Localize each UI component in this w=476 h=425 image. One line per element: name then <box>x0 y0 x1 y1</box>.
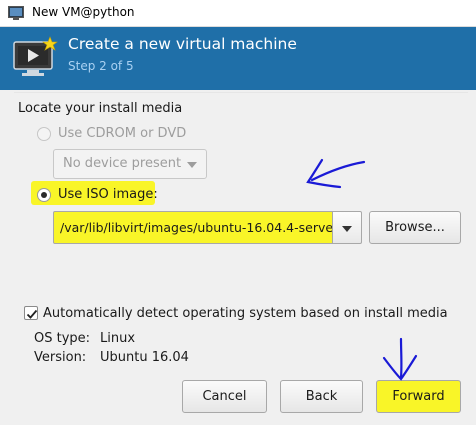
iso-path-value: /var/lib/libvirt/images/ubuntu-16.04.4-s… <box>60 220 333 235</box>
window-title: New VM@python <box>32 5 135 19</box>
iso-path-input[interactable]: /var/lib/libvirt/images/ubuntu-16.04.4-s… <box>53 211 333 244</box>
annotation-arrow-down-icon <box>382 337 418 381</box>
window-right-edge <box>468 92 476 425</box>
iso-radio[interactable] <box>37 188 51 202</box>
auto-detect-os-checkbox[interactable] <box>24 306 38 320</box>
cancel-button[interactable]: Cancel <box>182 380 267 413</box>
cdrom-radio-label: Use CDROM or DVD <box>58 126 187 141</box>
checkmark-icon <box>26 309 38 319</box>
new-vm-dialog: New VM@python Create a new virtual machi… <box>0 0 476 425</box>
os-type-label: OS type: <box>34 331 91 346</box>
back-button[interactable]: Back <box>280 380 363 413</box>
radio-selected-dot <box>41 192 47 198</box>
virt-manager-icon <box>8 6 24 20</box>
wizard-step: Step 2 of 5 <box>68 59 134 73</box>
auto-detect-os-label: Automatically detect operating system ba… <box>43 306 448 321</box>
os-type-value: Linux <box>100 331 136 346</box>
cdrom-radio[interactable] <box>37 127 51 141</box>
iso-radio-label: Use ISO image: <box>58 187 158 202</box>
content-top-border <box>14 92 468 93</box>
cdrom-device-combo[interactable]: No device present <box>53 149 207 179</box>
forward-button[interactable]: Forward <box>376 380 461 413</box>
title-bar[interactable]: New VM@python <box>0 0 476 27</box>
chevron-down-icon <box>187 162 197 168</box>
install-media-section-label: Locate your install media <box>18 101 183 116</box>
new-vm-icon <box>13 36 58 76</box>
annotation-arrow-left-icon <box>306 158 366 189</box>
os-version-label: Version: <box>34 350 87 365</box>
chevron-down-icon <box>342 226 352 232</box>
cdrom-device-value: No device present <box>63 156 182 171</box>
browse-button[interactable]: Browse... <box>369 211 461 244</box>
iso-history-dropdown[interactable] <box>333 211 362 244</box>
os-version-value: Ubuntu 16.04 <box>100 350 189 365</box>
wizard-title: Create a new virtual machine <box>68 35 297 53</box>
wizard-header: Create a new virtual machine Step 2 of 5 <box>0 27 476 90</box>
